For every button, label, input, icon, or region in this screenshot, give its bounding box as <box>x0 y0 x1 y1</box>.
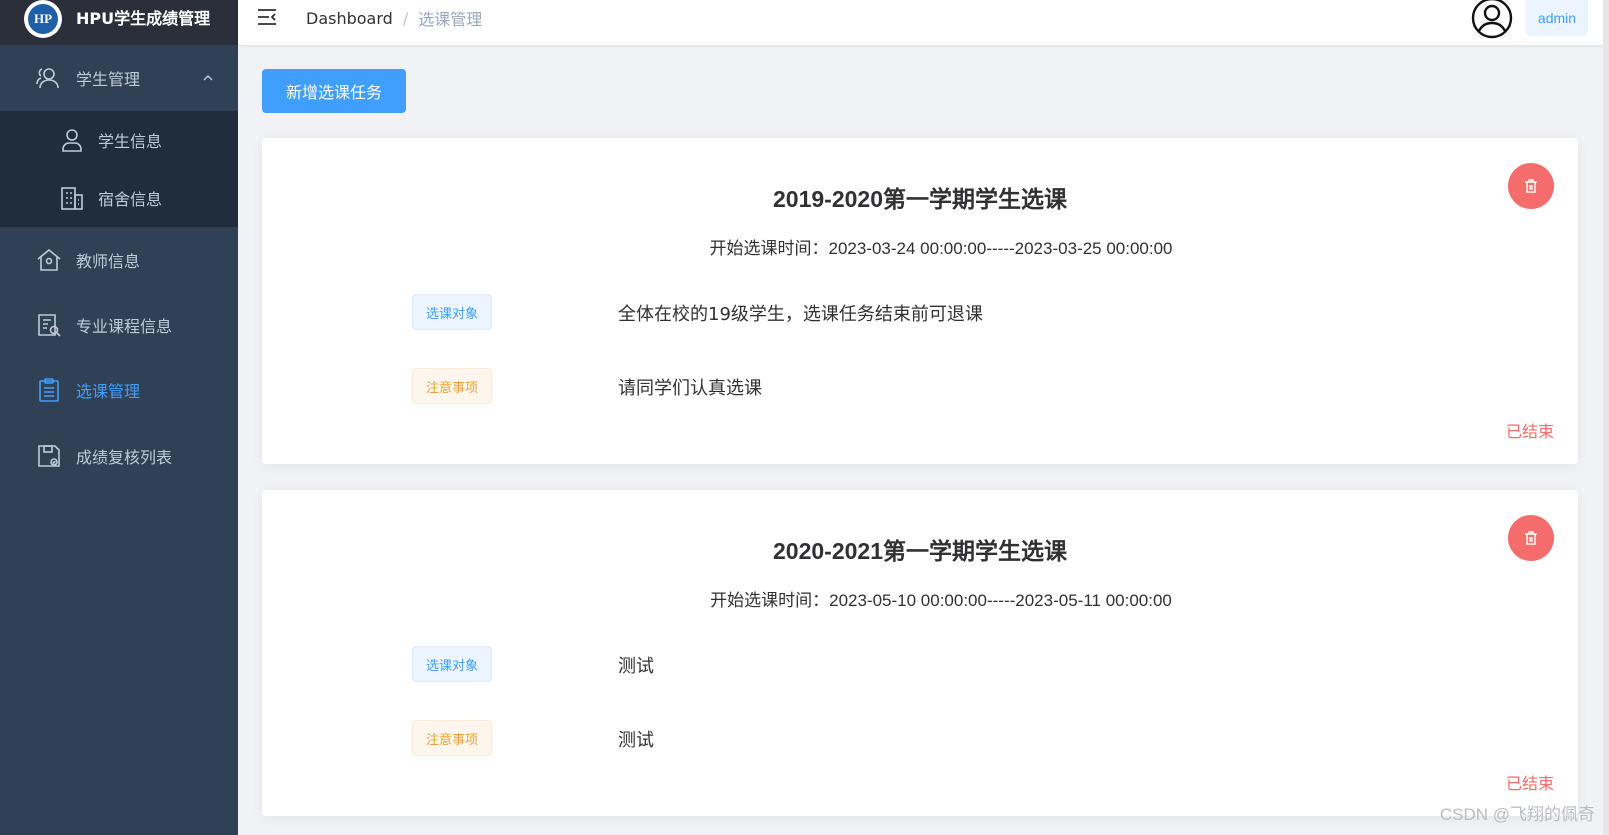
card-time: 开始选课时间：2023-03-24 00:00:00-----2023-03-2… <box>709 239 1173 258</box>
page-scrollbar[interactable] <box>1603 0 1609 835</box>
sidebar-item-teacher-info[interactable]: 教师信息 <box>0 227 238 293</box>
selection-task-card: 2019-2020第一学期学生选课 开始选课时间：2023-03-24 00:0… <box>262 138 1578 464</box>
breadcrumb-separator: / <box>402 8 409 28</box>
sidebar-item-student-management[interactable]: 学生管理 <box>0 45 238 111</box>
building-icon <box>61 187 83 210</box>
delete-button[interactable] <box>1508 515 1554 561</box>
chevron-up-icon <box>203 75 213 81</box>
notes-tag: 注意事项 <box>412 368 492 404</box>
sidebar-item-label: 成绩复核列表 <box>76 448 173 467</box>
hamburger-icon[interactable] <box>256 6 278 28</box>
delete-button[interactable] <box>1508 163 1554 209</box>
users-icon <box>36 68 59 89</box>
sidebar-item-label: 教师信息 <box>76 252 141 271</box>
sidebar-item-label: 学生信息 <box>98 132 163 151</box>
sidebar-item-student-info[interactable]: 学生信息 <box>0 111 238 169</box>
trash-icon <box>1525 179 1537 193</box>
user-icon <box>62 129 82 152</box>
save-icon <box>38 445 60 467</box>
sidebar-item-dorm-info[interactable]: 宿舍信息 <box>0 169 238 227</box>
notes-tag: 注意事项 <box>412 720 492 756</box>
document-icon <box>38 314 61 337</box>
sidebar-item-course-info[interactable]: 专业课程信息 <box>0 293 238 357</box>
header: Dashboard / 选课管理 admin <box>238 0 1609 45</box>
card-title: 2019-2020第一学期学生选课 <box>773 186 1067 212</box>
sidebar-item-label: 专业课程信息 <box>76 317 173 336</box>
card-title: 2020-2021第一学期学生选课 <box>773 538 1067 564</box>
app-title: HPU学生成绩管理 <box>76 8 211 28</box>
target-tag: 选课对象 <box>412 294 492 330</box>
status-label: 已结束 <box>1505 422 1554 441</box>
target-text: 全体在校的19级学生，选课任务结束前可退课 <box>618 304 983 325</box>
card-time: 开始选课时间：2023-05-10 00:00:00-----2023-05-1… <box>710 591 1172 610</box>
user-menu-button[interactable]: admin <box>1526 0 1588 36</box>
home-icon <box>37 248 61 271</box>
breadcrumb-root[interactable]: Dashboard <box>306 9 393 28</box>
target-tag: 选课对象 <box>412 646 492 682</box>
sidebar-item-label: 选课管理 <box>76 382 141 401</box>
watermark: CSDN @飞翔的佩奇 <box>1439 805 1595 824</box>
clipboard-icon <box>39 378 59 402</box>
trash-icon <box>1525 531 1537 545</box>
logo-mark: HP <box>28 3 58 34</box>
breadcrumb: Dashboard / 选课管理 <box>306 6 482 30</box>
target-text: 测试 <box>618 656 654 677</box>
sidebar-item-label: 学生管理 <box>76 70 141 89</box>
avatar-icon[interactable] <box>1470 0 1514 40</box>
notes-text: 测试 <box>618 730 654 751</box>
sidebar: HP HPU学生成绩管理 学生管理 学生信息 宿舍信息 教师信息 专业课程信息 <box>0 0 238 835</box>
notes-text: 请同学们认真选课 <box>618 378 762 399</box>
status-label: 已结束 <box>1505 774 1554 793</box>
sidebar-item-course-selection[interactable]: 选课管理 <box>0 357 238 423</box>
logo: HP <box>24 0 62 38</box>
sidebar-item-label: 宿舍信息 <box>98 190 163 209</box>
selection-task-card: 2020-2021第一学期学生选课 开始选课时间：2023-05-10 00:0… <box>262 490 1578 816</box>
brand[interactable]: HP HPU学生成绩管理 <box>0 0 238 45</box>
add-selection-task-button[interactable]: 新增选课任务 <box>262 69 406 113</box>
breadcrumb-current: 选课管理 <box>418 10 483 29</box>
sidebar-item-grade-review[interactable]: 成绩复核列表 <box>0 423 238 489</box>
